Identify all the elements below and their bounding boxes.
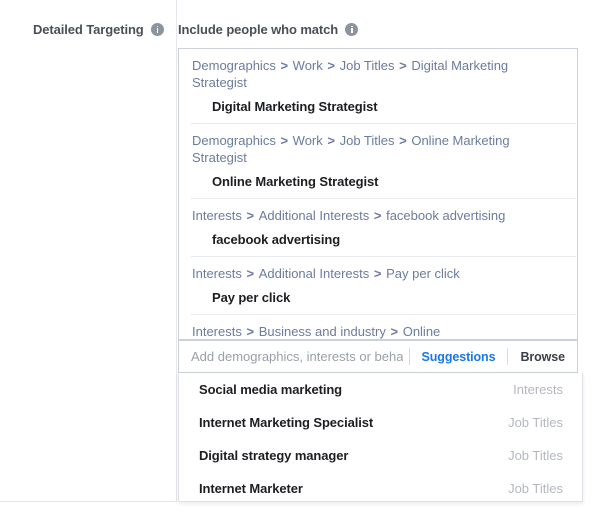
selected-targeting-item[interactable]: Demographics > Work > Job Titles > Onlin… xyxy=(179,124,577,198)
include-people-who-match-label: Include people who match xyxy=(178,22,359,37)
breadcrumb-segment: Business and industry xyxy=(258,324,386,339)
breadcrumb-separator: > xyxy=(276,58,292,73)
breadcrumb-separator: > xyxy=(323,58,339,73)
breadcrumb-segment: Work xyxy=(292,58,323,73)
search-input[interactable] xyxy=(179,341,409,372)
breadcrumb-separator: > xyxy=(370,266,386,281)
breadcrumb-separator: > xyxy=(323,133,339,148)
selected-targeting-name: Digital Marketing Strategist xyxy=(212,99,378,114)
suggestion-item[interactable]: Internet Marketing Specialist Job Titles xyxy=(179,406,582,439)
selected-targeting-name: facebook advertising xyxy=(212,232,341,247)
breadcrumb: Demographics > Work > Job Titles > Digit… xyxy=(179,49,577,93)
detailed-targeting-label-text: Detailed Targeting xyxy=(33,22,144,37)
suggestions-list: Social media marketing Interests Internet … xyxy=(179,373,582,501)
breadcrumb-segment: Pay per click xyxy=(386,266,460,281)
breadcrumb-separator: > xyxy=(395,133,411,148)
suggestion-label: Internet Marketing Specialist xyxy=(199,415,374,430)
breadcrumb: Demographics > Work > Job Titles > Onlin… xyxy=(179,124,577,168)
breadcrumb-segment: Job Titles xyxy=(339,133,395,148)
selected-targeting-name: Pay per click xyxy=(212,290,291,305)
suggestion-category: Job Titles xyxy=(508,415,563,430)
breadcrumb-segment: Job Titles xyxy=(339,58,395,73)
suggestion-item[interactable]: Digital strategy manager Job Titles xyxy=(179,439,582,472)
breadcrumb-segment: Interests xyxy=(192,324,242,339)
suggestion-label: Digital strategy manager xyxy=(199,448,349,463)
suggestion-category: Job Titles xyxy=(508,448,563,463)
breadcrumb-separator: > xyxy=(386,324,402,339)
breadcrumb-segment: facebook advertising xyxy=(386,208,506,223)
breadcrumb-segment: Online xyxy=(402,324,441,339)
suggestion-label: Internet Marketer xyxy=(199,481,303,496)
breadcrumb: Interests > Additional Interests > Pay p… xyxy=(179,257,577,284)
info-icon[interactable] xyxy=(345,23,359,36)
suggestion-item[interactable]: Social media marketing Interests xyxy=(179,373,582,406)
suggestion-item[interactable]: Internet Marketer Job Titles xyxy=(179,472,582,501)
breadcrumb-separator: > xyxy=(370,208,386,223)
breadcrumb-separator: > xyxy=(276,133,292,148)
breadcrumb-segment: Additional Interests xyxy=(258,266,370,281)
suggestion-category: Interests xyxy=(513,382,563,397)
breadcrumb-segment: Demographics xyxy=(192,133,276,148)
detailed-targeting-label: Detailed Targeting xyxy=(33,22,164,37)
breadcrumb: Interests > Additional Interests > faceb… xyxy=(179,199,577,226)
breadcrumb-separator: > xyxy=(242,324,258,339)
breadcrumb: Interests > Business and industry > Onli… xyxy=(179,315,577,339)
selected-targeting-name: Online Marketing Strategist xyxy=(212,174,379,189)
selected-targeting-item[interactable]: Interests > Business and industry > Onli… xyxy=(179,315,577,339)
selected-targeting-box: Demographics > Work > Job Titles > Digit… xyxy=(178,48,578,340)
suggestion-label: Social media marketing xyxy=(199,382,343,397)
targeting-search-row[interactable]: Suggestions Browse xyxy=(178,340,578,373)
selected-targeting-item[interactable]: Demographics > Work > Job Titles > Digit… xyxy=(179,49,577,123)
breadcrumb-separator: > xyxy=(242,266,258,281)
selected-targeting-list: Demographics > Work > Job Titles > Digit… xyxy=(179,49,577,339)
breadcrumb-separator: > xyxy=(242,208,258,223)
breadcrumb-segment: Interests xyxy=(192,266,242,281)
selected-targeting-item[interactable]: Interests > Additional Interests > faceb… xyxy=(179,199,577,256)
breadcrumb-segment: Additional Interests xyxy=(258,208,370,223)
breadcrumb-segment: Interests xyxy=(192,208,242,223)
label-column xyxy=(0,0,177,502)
suggestions-button[interactable]: Suggestions xyxy=(410,350,508,364)
breadcrumb-segment: Demographics xyxy=(192,58,276,73)
breadcrumb-separator: > xyxy=(395,58,411,73)
suggestion-category: Job Titles xyxy=(508,481,563,496)
info-icon[interactable] xyxy=(150,23,164,36)
include-people-who-match-text: Include people who match xyxy=(178,22,339,37)
label-column-rule xyxy=(0,501,177,502)
selected-targeting-item[interactable]: Interests > Additional Interests > Pay p… xyxy=(179,257,577,314)
suggestions-dropdown: Social media marketing Interests Internet … xyxy=(178,373,583,502)
breadcrumb-segment: Work xyxy=(292,133,323,148)
browse-button[interactable]: Browse xyxy=(508,350,577,364)
